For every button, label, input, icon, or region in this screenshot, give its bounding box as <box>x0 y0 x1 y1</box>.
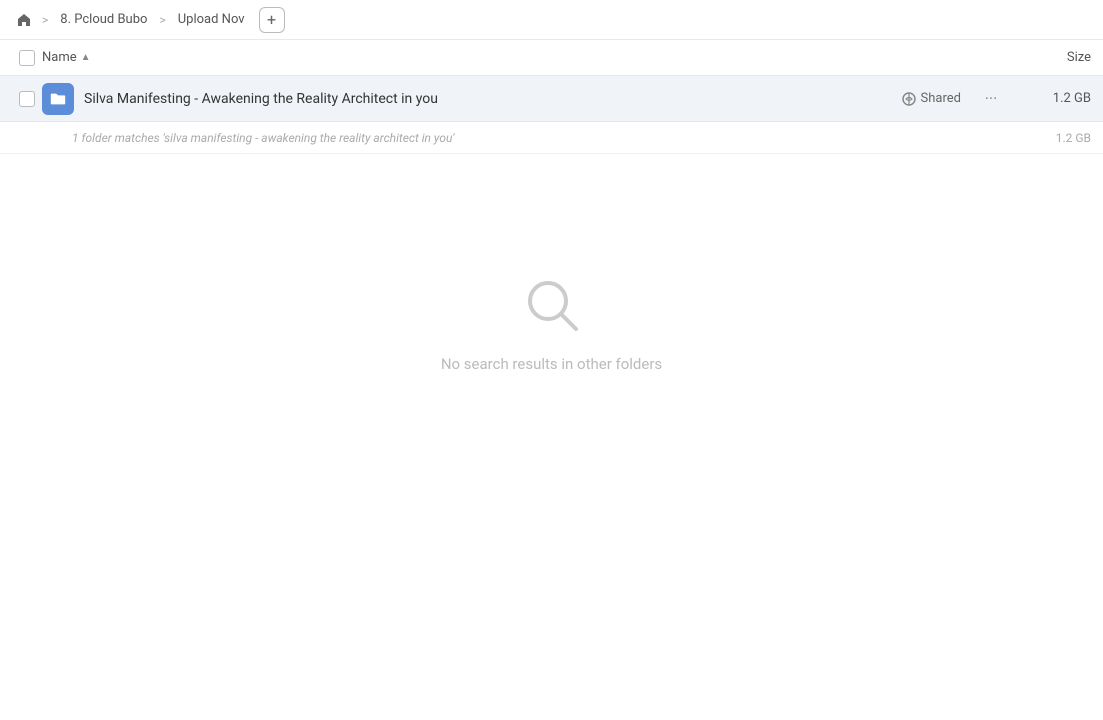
column-header: Name ▲ Size <box>0 40 1103 76</box>
more-options-button[interactable]: ··· <box>977 85 1005 113</box>
name-column-header[interactable]: Name ▲ <box>42 50 1011 65</box>
file-checkbox[interactable] <box>12 91 42 107</box>
breadcrumb-separator-2: > <box>157 13 167 27</box>
file-size: 1.2 GB <box>1021 91 1091 106</box>
shared-badge: Shared <box>902 91 961 106</box>
empty-state: No search results in other folders <box>0 154 1103 494</box>
match-info-text: 1 folder matches 'silva manifesting - aw… <box>72 131 1021 145</box>
select-all-checkbox[interactable] <box>12 50 42 66</box>
file-row[interactable]: Silva Manifesting - Awakening the Realit… <box>0 76 1103 122</box>
no-results-text: No search results in other folders <box>441 355 662 373</box>
breadcrumb-bar: > 8. Pcloud Bubo > Upload Nov + <box>0 0 1103 40</box>
match-info-size: 1.2 GB <box>1021 131 1091 145</box>
breadcrumb-item-pcloud[interactable]: 8. Pcloud Bubo <box>54 10 153 29</box>
home-button[interactable] <box>12 8 36 32</box>
sort-arrow-icon: ▲ <box>81 52 91 63</box>
match-info-row: 1 folder matches 'silva manifesting - aw… <box>0 122 1103 154</box>
add-button[interactable]: + <box>259 7 285 33</box>
folder-icon <box>42 83 74 115</box>
no-results-icon <box>522 275 582 339</box>
breadcrumb-separator-1: > <box>40 13 50 27</box>
breadcrumb-item-upload[interactable]: Upload Nov <box>172 10 251 29</box>
size-column-header: Size <box>1011 50 1091 65</box>
file-name: Silva Manifesting - Awakening the Realit… <box>84 91 902 107</box>
